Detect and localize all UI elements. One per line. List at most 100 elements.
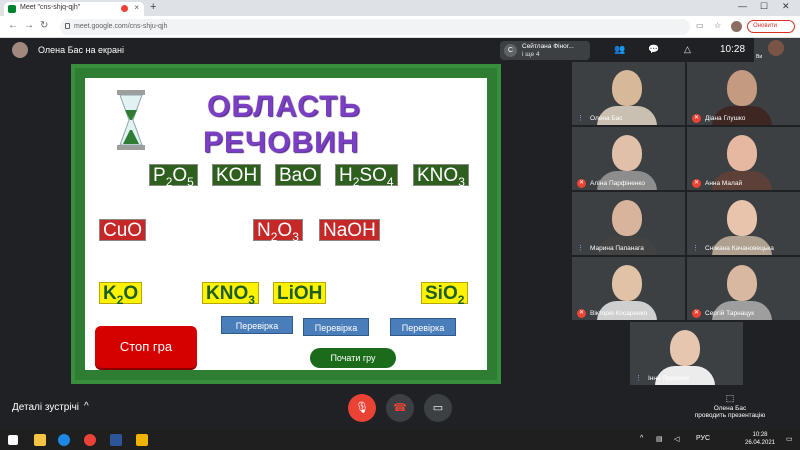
windows-taskbar: ^ ▤ ◁ РУС 10:28 26.04.2021 ▭ — [0, 430, 800, 450]
participant-face — [727, 200, 757, 236]
participant-name: Марина Папанага — [590, 245, 644, 252]
browser-tab-bar: Meet "cns-shjq-qjh" × + — ☐ ✕ — [0, 0, 800, 16]
activities-icon[interactable]: △ — [684, 44, 691, 55]
formula-LiOH[interactable]: LiOH — [273, 282, 327, 304]
presenting-name: Олена Бас — [713, 405, 747, 412]
formula-CuO[interactable]: CuO — [99, 219, 147, 241]
participant-name: Алїна Парфіненко — [590, 180, 645, 187]
participant-face — [670, 330, 700, 366]
participant-face — [727, 70, 757, 106]
mic-off-icon: ✕ — [577, 179, 586, 188]
chrome-icon[interactable] — [84, 434, 96, 446]
mic-off-icon: ✕ — [692, 179, 701, 188]
notification-icon[interactable]: ▭ — [786, 435, 793, 443]
hourglass-icon — [117, 90, 145, 150]
slide-title-line2: РЕЧОВИН — [203, 126, 360, 159]
formula-H2SO4[interactable]: H2SO4 — [335, 164, 398, 189]
tray-arrow-icon[interactable]: ^ — [640, 435, 643, 442]
meeting-details-button[interactable]: Деталі зустрічі — [12, 402, 79, 413]
minimize-button[interactable]: — — [738, 1, 747, 11]
participant-tile[interactable]: ⋮ Сніжана Качановецька — [687, 192, 800, 255]
presenter-avatar — [12, 42, 28, 58]
hang-up-button[interactable]: ☎ — [386, 394, 414, 422]
formula-P2O5[interactable]: P2O5 — [149, 164, 198, 189]
formula-BaO[interactable]: BaO — [275, 164, 322, 186]
presenter-label: Олена Бас на екрані — [38, 45, 124, 55]
keyboard-language[interactable]: РУС — [696, 435, 710, 442]
chat-icon[interactable]: 💬 — [648, 44, 659, 55]
participant-name: Олена Бас — [590, 115, 623, 122]
participants-chip[interactable]: С Сейтлана Фіног... і ще 4 — [500, 41, 590, 60]
formula-KNO3-answer[interactable]: KNO3 — [202, 282, 259, 307]
participant-tile[interactable]: ✕ Вікторія Косаренко — [572, 257, 685, 320]
slide-title-line1: ОБЛАСТЬ — [207, 90, 361, 123]
speaking-icon: ⋮ — [635, 375, 642, 382]
start-game-button[interactable]: Почати гру — [310, 348, 396, 368]
participant-tile[interactable]: ⋮ Марина Папанага — [572, 192, 685, 255]
meet-top-bar: Олена Бас на екрані С Сейтлана Фіног... … — [0, 38, 800, 62]
taskbar-clock[interactable]: 10:28 26.04.2021 — [740, 431, 780, 447]
presenting-indicator[interactable]: ⬚ Олена Бас проводить презентацію — [690, 393, 770, 419]
network-icon[interactable]: ▤ — [656, 435, 663, 443]
maximize-button[interactable]: ☐ — [760, 1, 768, 12]
chrome-profile-avatar[interactable] — [731, 21, 742, 32]
participant-tile[interactable]: ✕ Алїна Парфіненко — [572, 127, 685, 190]
formula-SiO2[interactable]: SiO2 — [421, 282, 469, 307]
mic-toggle-button[interactable]: 🎙 — [348, 394, 376, 422]
new-tab-button[interactable]: + — [150, 1, 156, 13]
forward-icon[interactable]: → — [24, 20, 34, 31]
back-icon[interactable]: ← — [8, 20, 18, 31]
participant-name: Сергій Тарнацук — [705, 310, 755, 317]
word-icon[interactable] — [110, 434, 122, 446]
participant-face — [612, 135, 642, 171]
check-button-salts[interactable]: Перевірка — [390, 318, 456, 336]
participant-tile[interactable]: ✕ Анна Малай — [687, 127, 800, 190]
window-close-button[interactable]: ✕ — [782, 1, 790, 12]
participant-face — [612, 265, 642, 301]
mic-off-icon: ✕ — [692, 114, 701, 123]
taskbar-time: 10:28 — [752, 432, 768, 438]
formula-N2O3[interactable]: N2O3 — [253, 219, 303, 244]
chip-avatar: С — [504, 44, 517, 57]
formula-NaOH[interactable]: NaOH — [319, 219, 380, 241]
participant-tile[interactable]: ✕ Діана Глушко — [687, 62, 800, 125]
formula-KNO3[interactable]: KNO3 — [413, 164, 469, 189]
camera-toggle-button[interactable]: ▭ — [424, 394, 452, 422]
mic-off-icon: ✕ — [577, 309, 586, 318]
participant-grid: ⋮ Олена Бас ✕ Діана Глушко ✕ Алїна Парфі… — [572, 62, 800, 387]
participant-name: Інна Ярушняк — [648, 375, 690, 382]
camera-permission-icon[interactable]: ▭ — [696, 21, 704, 30]
participant-tile[interactable]: ⋮ Інна Ярушняк — [630, 322, 743, 385]
check-button-oxides[interactable]: Перевірка — [221, 316, 293, 334]
check-button-bases[interactable]: Перевірка — [303, 318, 369, 336]
folder-icon[interactable] — [136, 434, 148, 446]
recording-icon — [121, 5, 128, 12]
url-field[interactable]: meet.google.com/cns-shju-qjh — [60, 19, 690, 35]
stop-game-button[interactable]: Стоп гра — [95, 326, 197, 368]
formula-K2O[interactable]: K2O — [99, 282, 143, 307]
bookmark-star-icon[interactable]: ☆ — [714, 21, 721, 30]
formula-KOH[interactable]: KOH — [212, 164, 262, 186]
chevron-up-icon[interactable]: ^ — [84, 401, 89, 412]
address-bar-row: ← → ↻ meet.google.com/cns-shju-qjh ▭ ☆ О… — [0, 16, 800, 38]
lock-icon — [65, 23, 70, 29]
file-explorer-icon[interactable] — [34, 434, 46, 446]
meet-favicon-icon — [8, 5, 16, 13]
volume-icon[interactable]: ◁ — [674, 435, 679, 443]
participant-face — [612, 200, 642, 236]
participant-tile[interactable]: ⋮ Олена Бас — [572, 62, 685, 125]
windows-start-icon[interactable] — [8, 435, 18, 445]
reload-icon[interactable]: ↻ — [40, 20, 48, 31]
self-label: Ви — [756, 54, 763, 60]
speaking-icon: ⋮ — [577, 115, 584, 122]
self-view-tile[interactable]: Ви — [754, 38, 800, 62]
tab-close-icon[interactable]: × — [134, 3, 139, 12]
update-button[interactable]: Оновити — [747, 20, 795, 33]
participant-face — [727, 135, 757, 171]
browser-tab[interactable]: Meet "cns-shjq-qjh" × — [4, 2, 144, 16]
chip-more: і ще 4 — [522, 51, 540, 58]
speaking-icon: ⋮ — [577, 245, 584, 252]
participant-tile[interactable]: ✕ Сергій Тарнацук — [687, 257, 800, 320]
people-icon[interactable]: 👥 — [614, 44, 625, 55]
edge-icon[interactable] — [58, 434, 70, 446]
